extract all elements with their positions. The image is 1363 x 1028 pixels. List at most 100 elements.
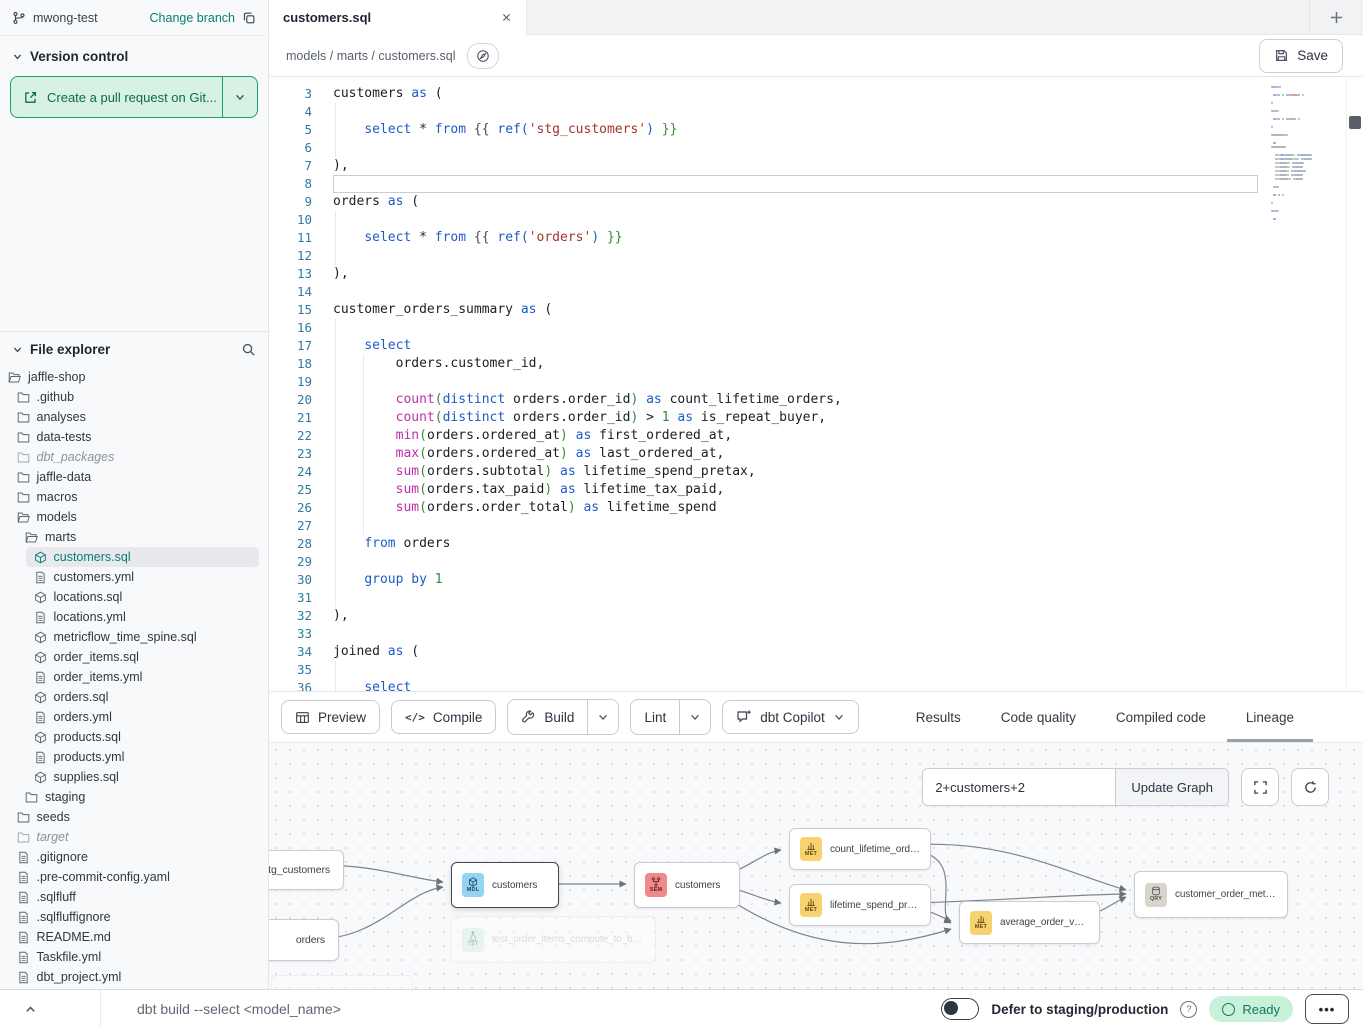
code-line-7[interactable]: ), [333, 157, 1258, 175]
code-line-17[interactable]: select [333, 337, 1258, 355]
tab-code-quality[interactable]: Code quality [1001, 692, 1076, 742]
tree-item--github[interactable]: .github [0, 387, 268, 407]
tree-item-products-yml[interactable]: products.yml [0, 747, 268, 767]
dbt-copilot-button[interactable]: dbt Copilot [722, 700, 859, 734]
code-line-21[interactable]: count(distinct orders.order_id) > 1 as i… [333, 409, 1258, 427]
more-options-button[interactable]: ••• [1305, 994, 1349, 1024]
code-line-30[interactable]: group by 1 [333, 571, 1258, 589]
code-line-26[interactable]: sum(orders.order_total) as lifetime_spen… [333, 499, 1258, 517]
compile-button[interactable]: </> Compile [391, 700, 496, 734]
copy-icon[interactable] [242, 11, 256, 25]
tree-item-Taskfile-yml[interactable]: Taskfile.yml [0, 947, 268, 967]
code-line-33[interactable] [333, 625, 1258, 643]
code-line-16[interactable] [333, 319, 1258, 337]
tree-item-order-items-sql[interactable]: order_items.sql [0, 647, 268, 667]
tree-item-order-items-yml[interactable]: order_items.yml [0, 667, 268, 687]
update-graph-button[interactable]: Update Graph [1115, 769, 1228, 805]
help-icon[interactable]: ? [1180, 1001, 1197, 1018]
code-line-18[interactable]: orders.customer_id, [333, 355, 1258, 373]
search-icon[interactable] [241, 342, 256, 357]
lineage-node-customers-model[interactable]: MDLcustomers [451, 862, 559, 908]
tree-item-products-sql[interactable]: products.sql [0, 727, 268, 747]
code-line-22[interactable]: min(orders.ordered_at) as first_ordered_… [333, 427, 1258, 445]
tree-item-seeds[interactable]: seeds [0, 807, 268, 827]
code-line-20[interactable]: count(distinct orders.order_id) as count… [333, 391, 1258, 409]
editor-scrollbar[interactable] [1346, 77, 1363, 691]
code-line-8[interactable] [333, 175, 1258, 193]
tree-item--gitignore[interactable]: .gitignore [0, 847, 268, 867]
version-control-header[interactable]: Version control [0, 36, 268, 74]
tab-compiled-code[interactable]: Compiled code [1116, 692, 1206, 742]
scrollbar-thumb[interactable] [1349, 116, 1361, 129]
tree-item-marts[interactable]: marts [0, 527, 268, 547]
lineage-node-test-order-items[interactable]: TSTtest_order_items_compute_to_bools... [451, 916, 656, 963]
new-tab-button[interactable] [1309, 0, 1363, 34]
lineage-node-ghost-partial[interactable] [271, 975, 413, 989]
defer-toggle[interactable] [941, 998, 979, 1020]
create-pr-dropdown[interactable] [222, 77, 257, 117]
code-line-19[interactable] [333, 373, 1258, 391]
fullscreen-button[interactable] [1241, 768, 1279, 806]
tree-item-staging[interactable]: staging [0, 787, 268, 807]
tree-item-orders-yml[interactable]: orders.yml [0, 707, 268, 727]
tab-lineage[interactable]: Lineage [1246, 692, 1294, 742]
lineage-node-customers-semantic[interactable]: SEMcustomers [634, 862, 740, 908]
tree-item-locations-sql[interactable]: locations.sql [0, 587, 268, 607]
code-line-13[interactable]: ), [333, 265, 1258, 283]
lint-dropdown[interactable] [679, 700, 710, 734]
tree-item-metricflow-time-spine-sql[interactable]: metricflow_time_spine.sql [0, 627, 268, 647]
file-explorer-header[interactable]: File explorer [0, 332, 268, 365]
tree-item-data-tests[interactable]: data-tests [0, 427, 268, 447]
tree-item-locations-yml[interactable]: locations.yml [0, 607, 268, 627]
code-line-9[interactable]: orders as ( [333, 193, 1258, 211]
tree-item-target[interactable]: target [0, 827, 268, 847]
code-line-4[interactable] [333, 103, 1258, 121]
tree-item-customers-sql[interactable]: customers.sql [26, 547, 259, 567]
code-line-12[interactable] [333, 247, 1258, 265]
code-line-5[interactable]: select * from {{ ref('stg_customers') }} [333, 121, 1258, 139]
save-button[interactable]: Save [1259, 39, 1343, 73]
tree-item-jaffle-shop[interactable]: jaffle-shop [0, 367, 268, 387]
tree-item--pre-commit-config-yaml[interactable]: .pre-commit-config.yaml [0, 867, 268, 887]
lineage-selector-input[interactable] [923, 769, 1115, 805]
code-line-34[interactable]: joined as ( [333, 643, 1258, 661]
code-line-35[interactable] [333, 661, 1258, 679]
editor-minimap[interactable] [1266, 77, 1346, 691]
tree-item--sqlfluffignore[interactable]: .sqlfluffignore [0, 907, 268, 927]
command-input[interactable]: dbt build --select <model_name> [101, 1001, 341, 1017]
code-line-32[interactable]: ), [333, 607, 1258, 625]
code-line-24[interactable]: sum(orders.subtotal) as lifetime_spend_p… [333, 463, 1258, 481]
lineage-node-customer_order_metrics[interactable]: QRYcustomer_order_metrics [1134, 871, 1288, 918]
tree-item--sqlfluff[interactable]: .sqlfluff [0, 887, 268, 907]
tree-item-jaffle-data[interactable]: jaffle-data [0, 467, 268, 487]
code-line-15[interactable]: customer_orders_summary as ( [333, 301, 1258, 319]
lint-button[interactable]: Lint [631, 700, 679, 734]
code-line-23[interactable]: max(orders.ordered_at) as last_ordered_a… [333, 445, 1258, 463]
code-line-10[interactable] [333, 211, 1258, 229]
code-line-31[interactable] [333, 589, 1258, 607]
preview-button[interactable]: Preview [281, 700, 380, 734]
close-icon[interactable] [501, 12, 512, 23]
code-editor[interactable]: 3456789101112131415161718192021222324252… [269, 77, 1363, 691]
code-line-3[interactable]: customers as ( [333, 85, 1258, 103]
tree-item-README-md[interactable]: README.md [0, 927, 268, 947]
tree-item-models[interactable]: models [0, 507, 268, 527]
tree-item-macros[interactable]: macros [0, 487, 268, 507]
code-line-6[interactable] [333, 139, 1258, 157]
explore-compass-button[interactable] [467, 43, 499, 69]
code-line-29[interactable] [333, 553, 1258, 571]
lineage-node-lifetime_spend_pretax[interactable]: METlifetime_spend_pretax [789, 884, 931, 926]
code-line-36[interactable]: select [333, 679, 1258, 691]
tree-item-dbt-packages[interactable]: dbt_packages [0, 447, 268, 467]
tree-item-analyses[interactable]: analyses [0, 407, 268, 427]
code-line-14[interactable] [333, 283, 1258, 301]
build-dropdown[interactable] [587, 700, 618, 734]
lineage-node-count_lifetime_orders[interactable]: METcount_lifetime_orders [789, 828, 931, 870]
tree-item-orders-sql[interactable]: orders.sql [0, 687, 268, 707]
build-button[interactable]: Build [508, 700, 587, 734]
code-line-27[interactable] [333, 517, 1258, 535]
lineage-node-stg_customers[interactable]: stg_customers [269, 850, 344, 890]
editor-gutter[interactable]: 3456789101112131415161718192021222324252… [269, 77, 325, 691]
lineage-node-orders[interactable]: orders [269, 919, 339, 961]
editor-code[interactable]: customers as ( select * from {{ ref('stg… [325, 77, 1266, 691]
